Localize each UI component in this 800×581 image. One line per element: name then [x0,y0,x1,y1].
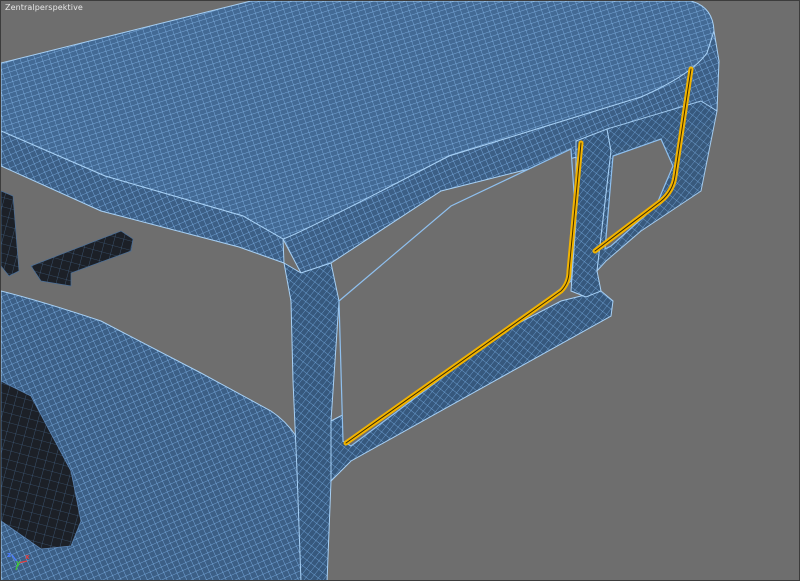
viewport-label[interactable]: Zentralperspektive [5,3,83,12]
axis-z-label: z [7,551,12,559]
axis-y-label: y [16,559,21,567]
wireframe-scene[interactable] [1,1,800,581]
inner-post-left [1,190,20,277]
axis-gizmo[interactable]: x y z [5,539,45,579]
3d-viewport[interactable]: Zentralperspektive x y z [0,0,800,581]
axis-x-label: x [25,553,30,561]
inner-beam-left [30,230,134,287]
